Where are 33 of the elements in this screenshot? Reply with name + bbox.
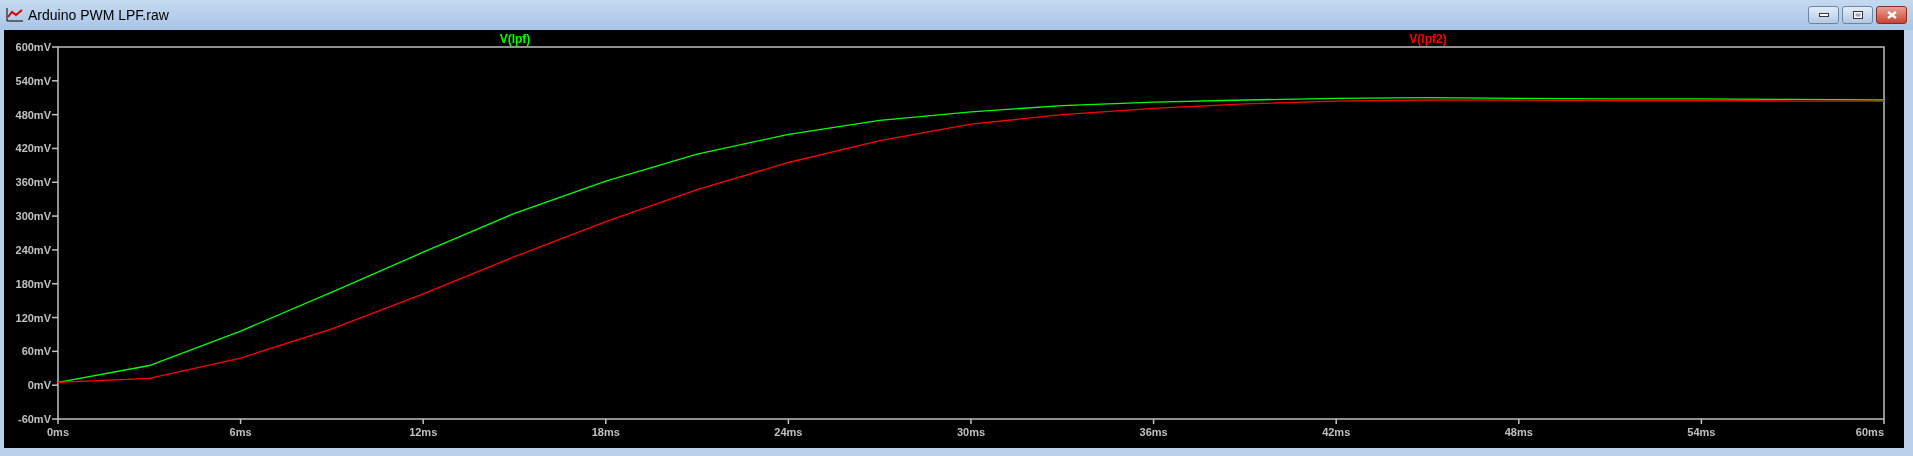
minimize-icon (1818, 13, 1829, 17)
y-axis-label: 600mV (15, 41, 51, 53)
restore-icon (1852, 11, 1863, 19)
y-axis-label: 300mV (15, 210, 51, 223)
x-axis-label: 42ms (1322, 426, 1351, 438)
x-axis-label: 24ms (774, 426, 803, 438)
y-axis-label: 180mV (15, 277, 51, 290)
chart-icon (6, 7, 24, 23)
trace-label: V(lpf) (499, 32, 531, 46)
x-axis-label: 6ms (229, 426, 252, 438)
y-axis-label: 120mV (15, 311, 51, 324)
x-axis-label: 18ms (591, 426, 620, 438)
x-axis-label: 60ms (1855, 426, 1884, 438)
window-title: Arduino PWM LPF.raw (28, 5, 169, 25)
y-axis-label: 240mV (15, 243, 51, 256)
x-axis-label: 48ms (1504, 426, 1533, 438)
y-axis-label: 480mV (15, 108, 51, 121)
minimize-button[interactable] (1808, 6, 1839, 24)
trace-label: V(lpf2) (1409, 32, 1447, 46)
x-axis-label: 54ms (1687, 426, 1716, 438)
y-axis-label: 360mV (15, 176, 51, 189)
close-button[interactable] (1876, 6, 1907, 24)
x-axis-label: 12ms (409, 426, 438, 438)
maximize-button[interactable] (1842, 6, 1873, 24)
y-axis-label: 540mV (15, 74, 51, 87)
x-axis-label: 0ms (47, 426, 69, 438)
x-axis-label: 36ms (1139, 426, 1168, 438)
close-icon (1886, 11, 1897, 19)
x-axis-label: 30ms (956, 426, 986, 438)
y-axis-label: 0mV (27, 379, 51, 392)
y-axis-label: 420mV (15, 142, 51, 155)
y-axis-label: -60mV (17, 413, 51, 425)
y-axis-label: 60mV (21, 345, 51, 358)
